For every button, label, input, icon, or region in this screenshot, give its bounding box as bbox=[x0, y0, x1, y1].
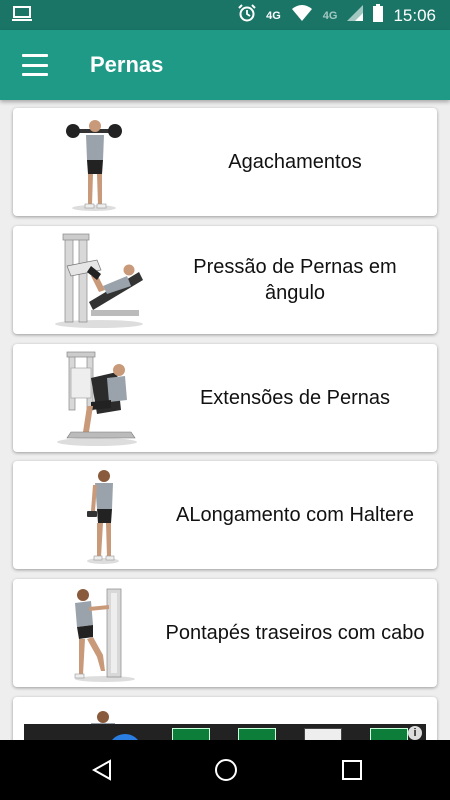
exercise-name: Extensões de Pernas bbox=[199, 387, 391, 409]
page-title: Pernas bbox=[90, 52, 164, 77]
battery-icon bbox=[373, 4, 384, 27]
network-type: 4G bbox=[266, 9, 281, 22]
exercise-name: Pressão de Pernas em ângulo bbox=[193, 256, 397, 304]
leg-press-figure-image bbox=[55, 233, 143, 328]
signal-icon bbox=[347, 5, 364, 26]
network-type-secondary: 4G bbox=[322, 9, 338, 22]
clock: 15:06 bbox=[393, 5, 436, 25]
exercise-card-dumbbell-stretch[interactable]: ALongamento com Haltere bbox=[13, 461, 437, 569]
hamburger-menu-icon[interactable] bbox=[22, 54, 48, 76]
system-navigation-bar bbox=[0, 740, 450, 800]
home-icon[interactable] bbox=[214, 758, 238, 787]
exercise-name: ALongamento com Haltere bbox=[176, 504, 414, 526]
exercise-card-leg-extension[interactable]: Extensões de Pernas bbox=[13, 344, 437, 452]
cable-kickback-figure-image bbox=[74, 588, 135, 682]
exercise-card-cable-kickback[interactable]: Pontapés traseiros com cabo bbox=[13, 579, 437, 687]
app-toolbar: Pernas bbox=[0, 30, 450, 100]
dumbbell-stretch-figure-image bbox=[87, 470, 119, 564]
leg-extension-figure-image bbox=[57, 351, 137, 446]
exercise-name: Agachamentos bbox=[228, 151, 362, 173]
ad-info-icon[interactable]: i bbox=[408, 726, 422, 740]
exercise-card-squat[interactable]: Agachamentos bbox=[13, 108, 437, 216]
status-bar: 4G 4G 15:06 bbox=[0, 0, 450, 30]
exercise-name: Pontapés traseiros com cabo bbox=[165, 622, 425, 644]
laptop-icon bbox=[12, 6, 32, 27]
wifi-icon bbox=[291, 5, 313, 26]
squat-figure-image bbox=[66, 120, 122, 211]
alarm-icon bbox=[238, 4, 256, 27]
recents-icon[interactable] bbox=[340, 758, 364, 787]
back-icon[interactable] bbox=[90, 758, 114, 787]
exercise-list[interactable]: Agachamentos Pressão de Pernas em ângulo bbox=[0, 106, 450, 740]
exercise-card-leg-press[interactable]: Pressão de Pernas em ângulo bbox=[13, 226, 437, 334]
